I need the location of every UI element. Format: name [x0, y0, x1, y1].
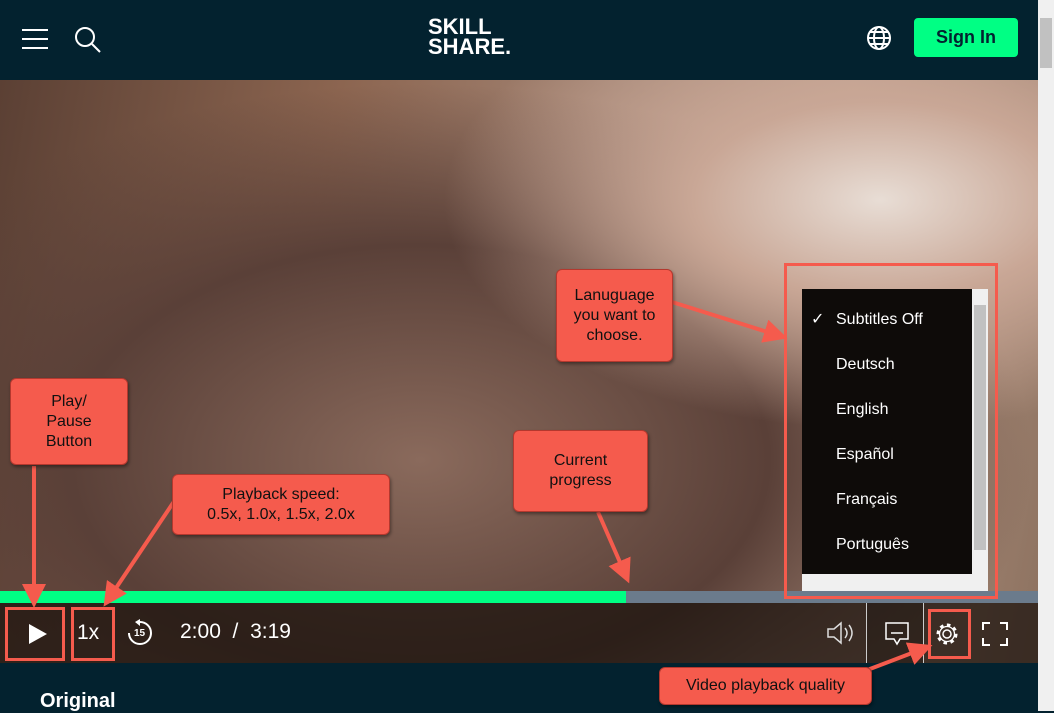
callout-language: Lanuguage you want to choose. — [556, 269, 673, 362]
callout-quality: Video playback quality — [659, 667, 872, 705]
callout-progress: Current progress — [513, 430, 648, 512]
annotation-arrows — [22, 300, 933, 674]
callout-play: Play/ Pause Button — [10, 378, 128, 465]
callout-speed: Playback speed: 0.5x, 1.0x, 1.5x, 2.0x — [172, 474, 390, 535]
